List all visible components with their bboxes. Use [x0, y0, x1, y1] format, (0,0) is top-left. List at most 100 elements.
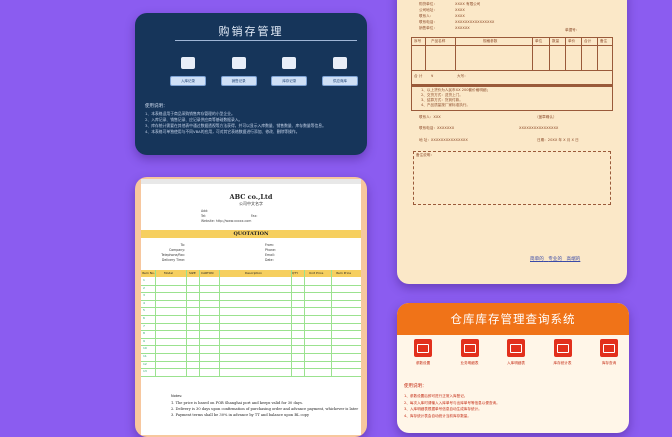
col-header: QTY — [292, 271, 299, 275]
chart-icon — [553, 339, 572, 357]
quotation-note: 3. Payment terms shall be 30% in advance… — [171, 413, 309, 417]
truck-icon — [460, 339, 479, 357]
search-icon — [600, 339, 618, 357]
fax-line: Fax: — [251, 214, 258, 218]
remark-label: 备注说明： — [416, 153, 434, 157]
warehouse-notes-heading: 使用说明： — [404, 384, 427, 389]
col-header: 产品名称 — [431, 39, 446, 43]
table-row: 13 — [141, 368, 361, 377]
total-label: 合 计 — [414, 74, 423, 78]
module-business[interactable]: 业务明细表 — [452, 339, 488, 366]
grid-line — [291, 270, 292, 377]
notebook-icon — [332, 57, 347, 69]
warehouse-modules: 参数设置 业务明细表 入库明细表 库存统计表 库存查询 — [405, 339, 627, 366]
card1-notes: 1、本表格适用于商品采购销售库存管理的小型企业。 2、入库记录、销售记录、应记录… — [145, 111, 360, 135]
quotation-table-header: Item No. Model SIZE CARTON Description Q… — [141, 270, 361, 277]
card-sales-form[interactable]: 购货单位： XXXX 有限公司 公司地址： XXXX 联系人： XXXX 联系电… — [397, 0, 627, 284]
col-header: 数量 — [552, 39, 560, 43]
supplier-button[interactable]: 供应商库 — [321, 76, 358, 86]
seller-phone: 联系电话：XXXXXXX — [419, 126, 455, 130]
seller-contact: 联系人：XXX — [419, 115, 441, 119]
row-number: 8 — [143, 331, 145, 336]
row-number: 10 — [143, 346, 147, 351]
card1-module-stock: 库存记录 — [270, 57, 308, 86]
row-number: 1 — [143, 278, 145, 282]
row-number: 5 — [143, 308, 145, 313]
total-yen: ¥ — [431, 74, 434, 78]
card1-module-sales: 销售记录 — [220, 57, 258, 86]
col-header: 单价 — [568, 39, 576, 43]
grid-line — [331, 270, 332, 377]
address-value: XXXX — [455, 8, 465, 12]
quotation-sheet: ABC co.,Ltd 公司中文名字 Add: Tel: Website: ht… — [141, 179, 361, 435]
link-simple[interactable]: 简单的 — [530, 257, 544, 262]
quotation-right-fields: From: Phone: Email: Date: — [265, 243, 276, 263]
grid-line — [597, 37, 598, 71]
card1-module-stock-in: 入库记录 — [169, 57, 207, 86]
card-purchase-sales-inventory[interactable]: 购销存管理 入库记录 销售记录 库存记录 供应商库 使用说明： 1、本表格适用于… — [135, 13, 367, 155]
col-header: SIZE — [189, 271, 196, 275]
row-number: 11 — [143, 354, 147, 358]
card1-modules: 入库记录 销售记录 库存记录 供应商库 — [169, 57, 359, 86]
card1-note: 4、本表格可单独使用与不同VBA的应用，可对其它表格数据进行添加、修改、删除等操… — [145, 129, 300, 134]
seller-address: 地 址：XXXXXXXXXXXXXXX — [419, 138, 468, 142]
grid-line — [549, 37, 550, 71]
card-quotation[interactable]: ABC co.,Ltd 公司中文名字 Add: Tel: Website: ht… — [135, 177, 367, 437]
form-date: 日期：20XX 年 X 月 X 日 — [537, 138, 579, 142]
module-label: 库存查询 — [601, 361, 617, 365]
contact-value: XXXX — [455, 14, 465, 18]
total-upper: 大写： — [457, 74, 468, 78]
module-label: 业务明细表 — [460, 361, 479, 365]
stock-in-button[interactable]: 入库记录 — [170, 76, 206, 86]
col-header: 单位 — [535, 39, 543, 43]
quotation-title: QUOTATION — [141, 230, 361, 238]
grid-line — [186, 270, 187, 377]
phone-value: XXXXXXXXXXXXXXXX — [455, 20, 495, 24]
card-warehouse-system[interactable]: 仓库库存管理查询系统 参数设置 业务明细表 入库明细表 库存统计表 库存查询 使… — [397, 303, 629, 433]
grid-line — [565, 37, 566, 71]
grid-line — [199, 270, 200, 377]
gear-icon — [414, 339, 432, 357]
module-label: 入库明细表 — [507, 361, 525, 365]
module-label: 库存统计表 — [553, 361, 572, 365]
link-premium[interactable]: 高端的 — [567, 257, 581, 262]
col-header: Item No. — [142, 271, 155, 275]
stock-record-button[interactable]: 库存记录 — [271, 76, 308, 86]
doc-no-label: 单据号： — [565, 28, 580, 32]
module-settings[interactable]: 参数设置 — [405, 339, 441, 366]
module-stock-in[interactable]: 入库明细表 — [498, 339, 534, 366]
row-number: 7 — [143, 323, 145, 328]
sales-record-button[interactable]: 销售记录 — [220, 76, 257, 86]
col-header: 合计 — [584, 39, 592, 43]
card1-module-supplier: 供应商库 — [321, 57, 359, 86]
phone-label: 联系电话： — [419, 20, 437, 24]
col-header: CARTON — [201, 271, 214, 275]
quotation-left-fields: To: Company: Telephone/Fax: Delivery Tim… — [141, 243, 185, 263]
quotation-notes: 1. The price is based on FOB Shanghai po… — [171, 400, 361, 418]
quotation-table-body: 1 2 3 4 5 6 7 8 9 10 11 12 13 — [141, 277, 361, 377]
term-line: 4、产品质量按厂家标准执行。 — [421, 103, 471, 107]
delivery-field: Delivery Time: — [161, 258, 185, 262]
row-number: 12 — [143, 361, 147, 366]
col-header: Unit Price — [309, 271, 324, 275]
company-name: ABC co.,Ltd — [229, 193, 273, 201]
row-number: 13 — [143, 369, 147, 374]
website-line: Website: http://www.xxxxx.com — [201, 219, 252, 223]
grid-line — [425, 37, 426, 71]
date-field: Date: — [265, 258, 274, 262]
book-icon — [282, 57, 297, 69]
col-header: Item Price — [336, 271, 352, 275]
module-statistics[interactable]: 库存统计表 — [545, 339, 581, 366]
link-professional[interactable]: 专业的 — [548, 257, 562, 262]
warehouse-icon — [507, 339, 525, 357]
seller-label: 销售单位： — [419, 26, 437, 30]
quotation-notes-heading: Notes: — [171, 394, 183, 398]
module-label: 参数设置 — [415, 361, 431, 365]
folder-share-icon — [231, 57, 246, 69]
card1-title: 购销存管理 — [218, 25, 284, 38]
module-query[interactable]: 库存查询 — [591, 339, 627, 366]
grid-line — [532, 37, 533, 71]
buyer-value: XXXX 有限公司 — [455, 2, 481, 6]
col-header: 备注 — [600, 39, 608, 43]
row-number: 4 — [143, 300, 145, 305]
